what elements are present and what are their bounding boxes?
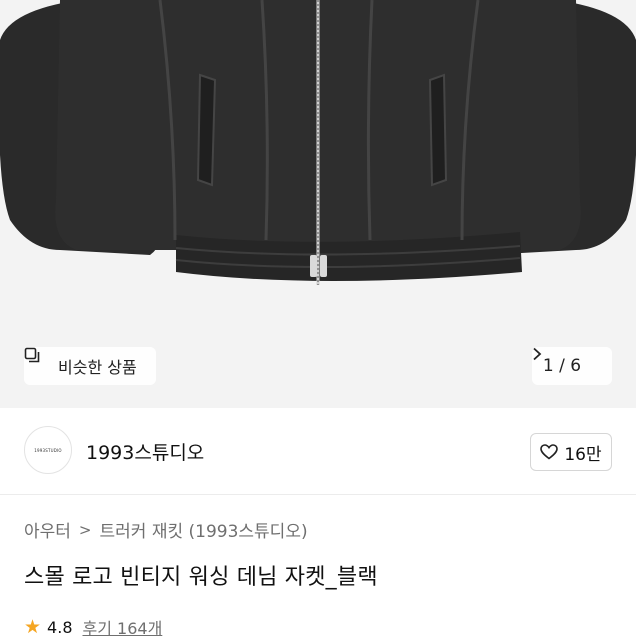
rating-row: ★ 4.8 후기 164개 — [24, 615, 162, 636]
breadcrumb-separator: > — [78, 520, 92, 539]
shop-row: 1993STUDIO 1993스튜디오 16만 — [0, 408, 636, 494]
like-button[interactable]: 16만 — [530, 433, 612, 471]
image-pager[interactable]: 1 / 6 — [532, 347, 612, 385]
star-icon: ★ — [24, 615, 42, 636]
heart-icon — [540, 444, 559, 460]
breadcrumb: 아우터 > 트러커 재킷 (1993스튜디오) — [24, 517, 308, 543]
shop-logo-text: 1993STUDIO — [34, 447, 62, 453]
similar-items-button[interactable]: 비슷한 상품 — [24, 347, 156, 385]
divider — [0, 494, 636, 495]
image-pager-count: 1 / 6 — [542, 356, 582, 376]
similar-items-label: 비슷한 상품 — [58, 358, 137, 377]
shop-logo[interactable]: 1993STUDIO — [24, 426, 72, 474]
breadcrumb-subcategory[interactable]: 트러커 재킷 (1993스튜디오) — [100, 517, 308, 542]
like-count: 16만 — [564, 444, 602, 465]
product-title: 스몰 로고 빈티지 워싱 데님 자켓_블랙 — [24, 565, 378, 590]
product-image[interactable]: 비슷한 상품 1 / 6 — [0, 0, 636, 408]
chevron-right-icon — [533, 347, 601, 373]
similar-items-icon — [24, 347, 52, 374]
rating-value: 4.8 — [47, 617, 73, 636]
shop-name[interactable]: 1993스튜디오 — [86, 438, 204, 465]
review-link[interactable]: 후기 164개 — [83, 615, 163, 636]
breadcrumb-category[interactable]: 아우터 — [24, 517, 71, 542]
